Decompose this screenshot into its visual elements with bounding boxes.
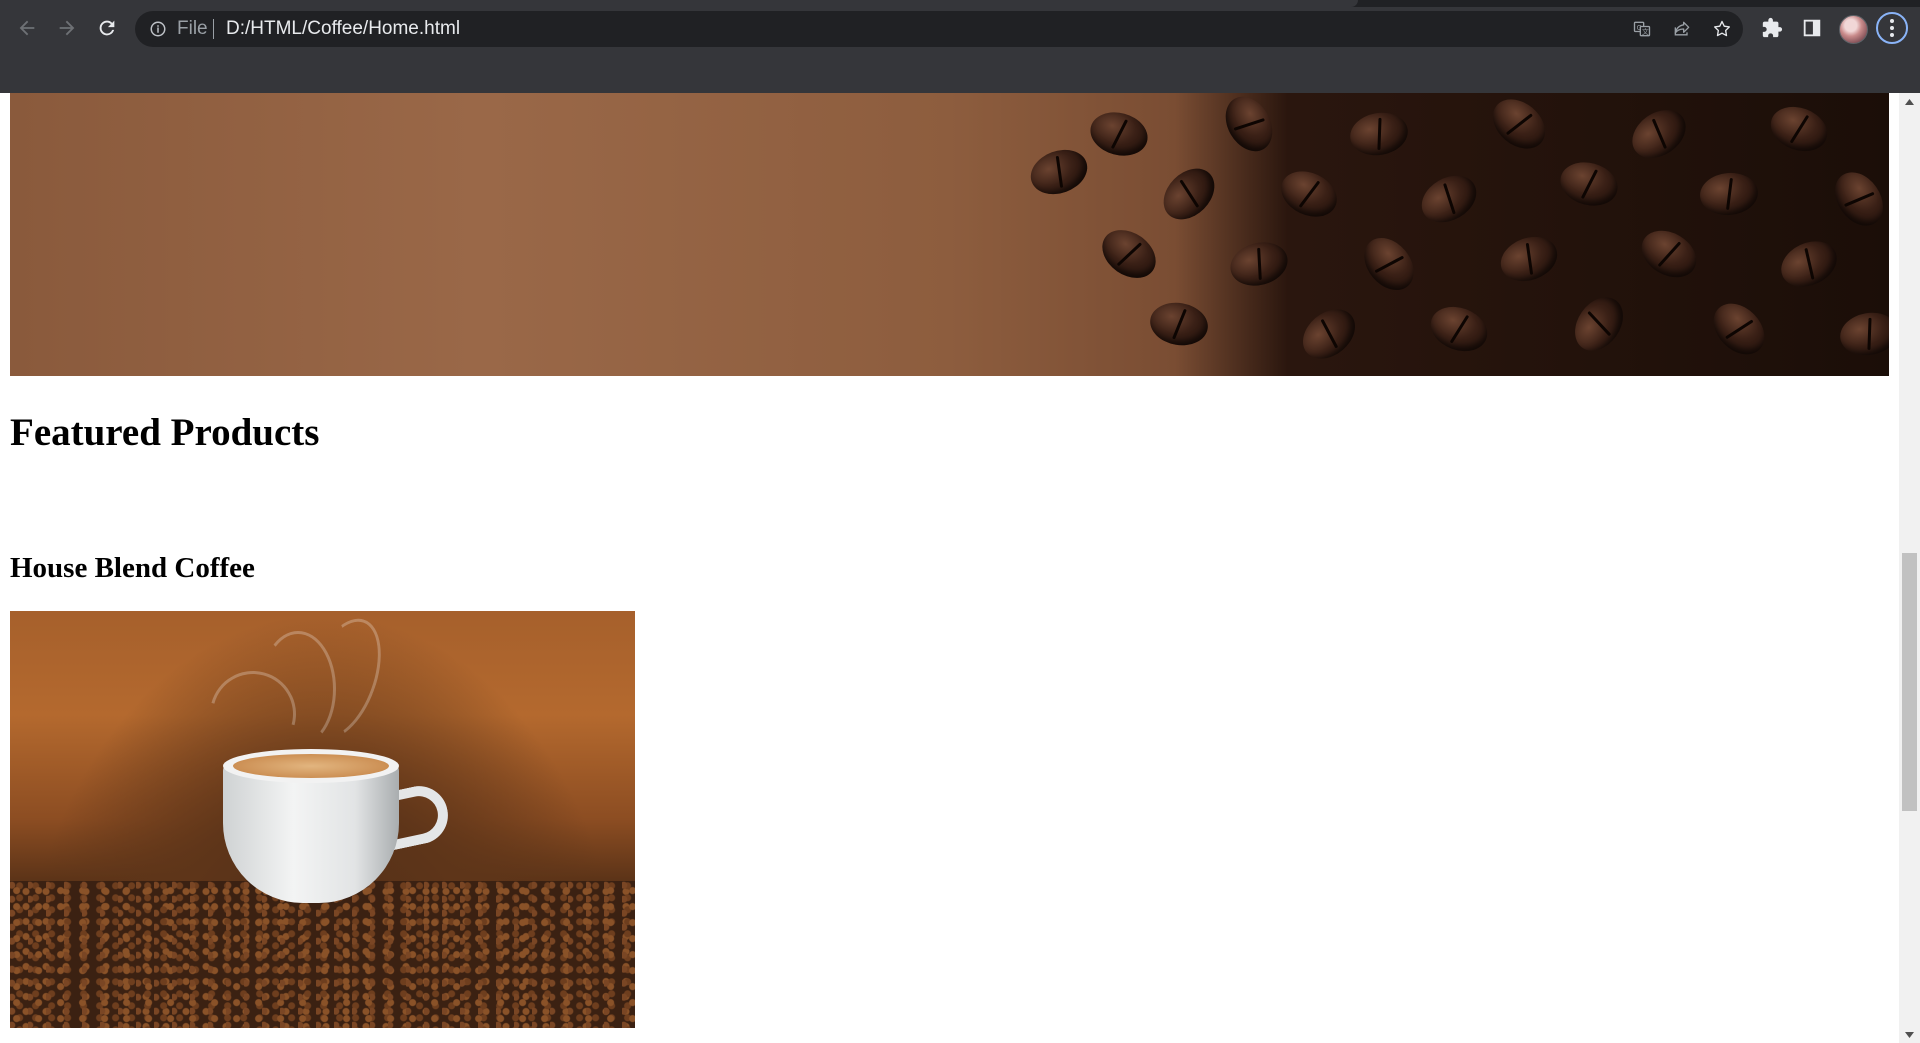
product-image xyxy=(10,611,635,1028)
coffee-bean xyxy=(1273,162,1345,226)
scrollbar-thumb[interactable] xyxy=(1902,553,1917,811)
coffee-bean xyxy=(1825,163,1889,235)
coffee-bean xyxy=(1413,166,1485,232)
page-viewport: Featured Products House Blend Coffee xyxy=(0,93,1899,1043)
reload-button[interactable] xyxy=(91,12,123,44)
profile-avatar[interactable] xyxy=(1839,15,1868,44)
puzzle-icon[interactable] xyxy=(1756,12,1788,44)
menu-dot xyxy=(1890,19,1894,23)
hero-banner-image xyxy=(10,93,1889,376)
coffee-bean xyxy=(1555,156,1623,212)
address-bar[interactable]: File D:/HTML/Coffee/Home.html G文 xyxy=(135,11,1743,47)
url-separator xyxy=(213,19,214,39)
side-panel-icon[interactable] xyxy=(1796,12,1828,44)
browser-toolbar: File D:/HTML/Coffee/Home.html G文 xyxy=(0,0,1920,93)
menu-dot xyxy=(1890,26,1894,30)
coffee-bean xyxy=(1633,221,1705,287)
featured-products-heading: Featured Products xyxy=(10,411,320,454)
coffee-bean xyxy=(1225,236,1293,292)
back-button[interactable] xyxy=(11,12,43,44)
kebab-menu-icon[interactable] xyxy=(1876,12,1908,44)
tab-strip xyxy=(0,0,1920,7)
translate-icon[interactable]: G文 xyxy=(1630,17,1654,41)
scroll-up-arrow[interactable] xyxy=(1899,93,1920,110)
coffee-bean xyxy=(1354,228,1424,300)
coffee-bean xyxy=(1216,93,1282,160)
url-text[interactable]: D:/HTML/Coffee/Home.html xyxy=(226,19,460,39)
star-icon[interactable] xyxy=(1710,17,1734,41)
coffee-bean xyxy=(1093,220,1165,288)
active-tab-edge[interactable] xyxy=(0,0,1358,7)
arrow-left-icon xyxy=(19,20,35,36)
share-icon[interactable] xyxy=(1670,17,1694,41)
coffee-bean xyxy=(1565,288,1633,360)
coffee-bean xyxy=(1483,93,1555,159)
coffee-surface xyxy=(233,754,389,778)
coffee-beans-bed xyxy=(10,881,635,1028)
coffee-bean xyxy=(1346,108,1412,160)
reload-icon xyxy=(99,20,115,36)
coffee-bean xyxy=(1424,299,1494,359)
svg-text:文: 文 xyxy=(1642,27,1649,36)
arrow-right-icon xyxy=(59,20,75,36)
vertical-scrollbar[interactable] xyxy=(1899,93,1920,1043)
info-icon[interactable] xyxy=(149,20,167,38)
coffee-bean xyxy=(1153,158,1225,230)
coffee-bean xyxy=(1146,298,1212,350)
coffee-bean xyxy=(1494,229,1564,289)
forward-button[interactable] xyxy=(51,12,83,44)
coffee-bean xyxy=(1698,170,1760,218)
product-name: House Blend Coffee xyxy=(10,552,255,584)
coffee-bean xyxy=(1085,106,1153,162)
coffee-bean xyxy=(1293,299,1365,369)
coffee-bean xyxy=(1773,232,1845,296)
coffee-bean xyxy=(1024,142,1094,202)
scroll-down-arrow[interactable] xyxy=(1899,1026,1920,1043)
url-scheme-label: File xyxy=(177,18,208,39)
coffee-bean xyxy=(1703,293,1775,365)
coffee-bean xyxy=(1623,100,1695,168)
coffee-bean xyxy=(1764,99,1834,159)
menu-dot xyxy=(1890,33,1894,37)
coffee-bean xyxy=(1836,308,1889,360)
